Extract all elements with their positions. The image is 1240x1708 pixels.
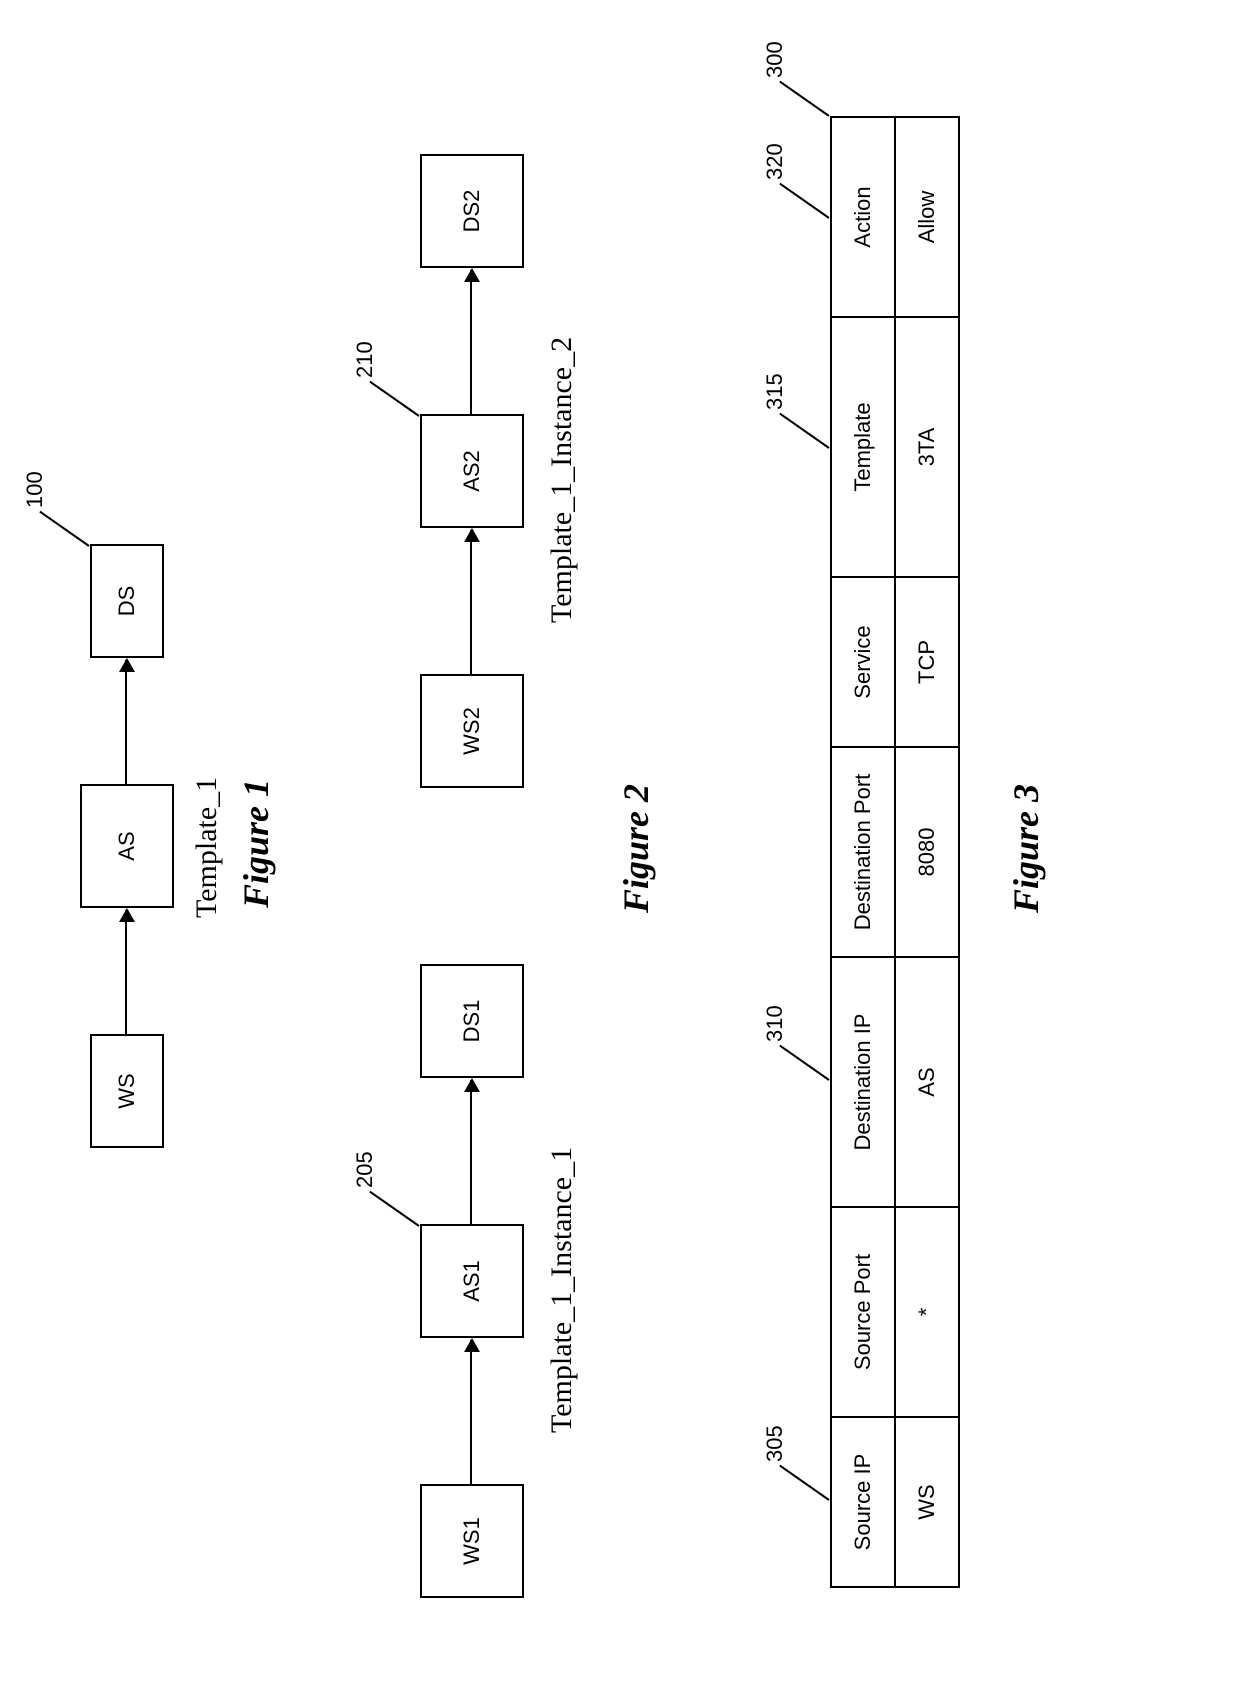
fig2-i1-ds-box: DS1 bbox=[420, 964, 524, 1078]
fig3-ref-table-lead bbox=[779, 81, 829, 117]
fig3-ref-305: 305 bbox=[762, 1425, 788, 1462]
fig3-ref-310: 310 bbox=[762, 1005, 788, 1042]
fig3-cell-action: Allow bbox=[895, 117, 959, 317]
fig3-title: Figure 3 bbox=[1005, 784, 1047, 913]
fig3-ref-315: 315 bbox=[762, 373, 788, 410]
fig3-col-service: Service bbox=[831, 577, 895, 747]
fig2-i1-ws-box: WS1 bbox=[420, 1484, 524, 1598]
fig1-ws-box: WS bbox=[90, 1034, 164, 1148]
fig2-i2-ws-box: WS2 bbox=[420, 674, 524, 788]
fig2-i2-arrow-ws-as bbox=[470, 530, 472, 676]
fig2-i1-arrow-as-ds bbox=[470, 1080, 472, 1226]
fig1-caption: Template_1 bbox=[190, 777, 224, 918]
fig3-table: Source IP Source Port Destination IP Des… bbox=[830, 116, 960, 1588]
fig1-arrow-ws-as bbox=[125, 910, 127, 1036]
fig1-ds-box: DS bbox=[90, 544, 164, 658]
fig3-ref-310-lead bbox=[779, 1045, 829, 1081]
fig2-i1-arrow-ws-as bbox=[470, 1340, 472, 1486]
fig3-cell-source-ip: WS bbox=[895, 1417, 959, 1587]
fig2-i2-ds-box: DS2 bbox=[420, 154, 524, 268]
fig2-i1-as-box: AS1 bbox=[420, 1224, 524, 1338]
fig3-col-source-port: Source Port bbox=[831, 1207, 895, 1417]
fig3-cell-destination-ip: AS bbox=[895, 957, 959, 1207]
fig3-ref-320-lead bbox=[779, 183, 829, 219]
fig3-col-destination-port: Destination Port bbox=[831, 747, 895, 957]
fig2-i2-as-box: AS2 bbox=[420, 414, 524, 528]
fig3-col-destination-ip: Destination IP bbox=[831, 957, 895, 1207]
fig2-i2-caption: Template_1_Instance_2 bbox=[545, 337, 579, 623]
fig1-as-box: AS bbox=[80, 784, 174, 908]
fig2-i1-ref: 205 bbox=[352, 1151, 378, 1188]
fig2-i2-ref: 210 bbox=[352, 341, 378, 378]
fig2-i1-ref-lead bbox=[369, 1191, 419, 1227]
fig3-cell-template: 3TA bbox=[895, 317, 959, 577]
fig2-i2-arrow-as-ds bbox=[470, 270, 472, 416]
fig3-cell-destination-port: 8080 bbox=[895, 747, 959, 957]
fig3-ref-table: 300 bbox=[762, 41, 788, 78]
fig3-col-template: Template bbox=[831, 317, 895, 577]
fig3-cell-source-port: * bbox=[895, 1207, 959, 1417]
fig3-col-source-ip: Source IP bbox=[831, 1417, 895, 1587]
fig2-title: Figure 2 bbox=[615, 784, 657, 913]
fig3-col-action: Action bbox=[831, 117, 895, 317]
fig1-ref-lead bbox=[39, 511, 89, 547]
fig1-ref: 100 bbox=[22, 471, 48, 508]
fig3-ref-315-lead bbox=[779, 413, 829, 449]
fig1-title: Figure 1 bbox=[235, 779, 277, 908]
fig2-i2-ref-lead bbox=[369, 381, 419, 417]
fig2-i1-caption: Template_1_Instance_1 bbox=[545, 1147, 579, 1433]
fig3-ref-320: 320 bbox=[762, 143, 788, 180]
fig3-cell-service: TCP bbox=[895, 577, 959, 747]
fig1-arrow-as-ds bbox=[125, 660, 127, 786]
fig3-ref-305-lead bbox=[779, 1465, 829, 1501]
